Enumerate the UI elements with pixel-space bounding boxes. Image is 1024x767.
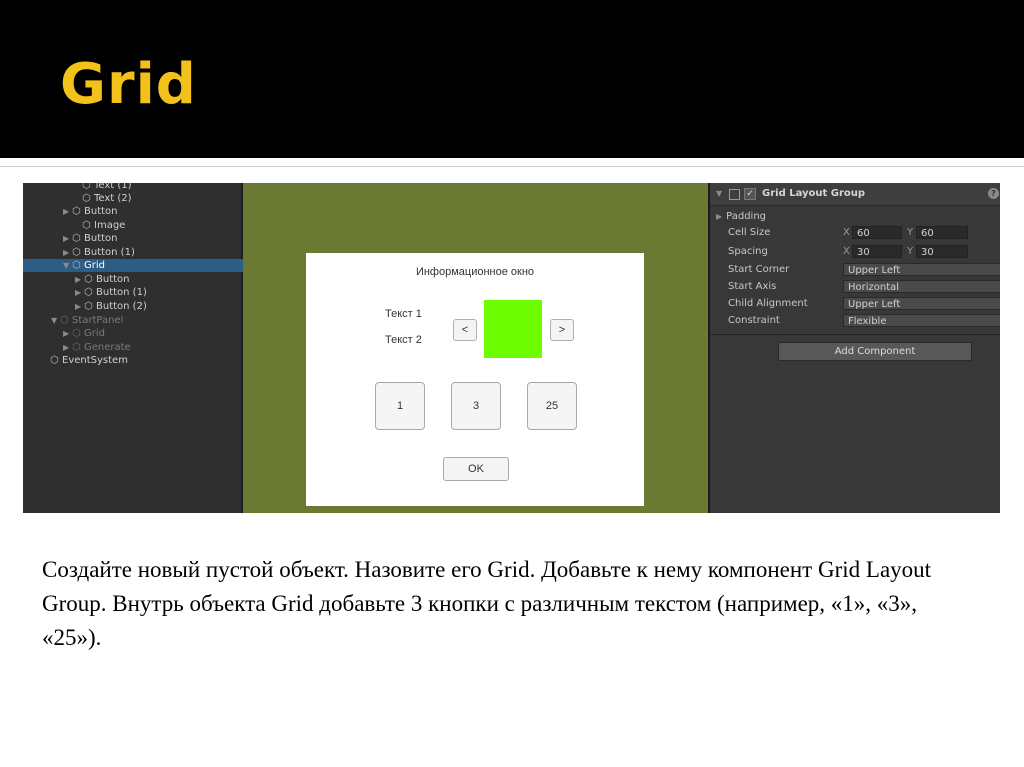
padding-label: Padding <box>726 211 767 222</box>
hierarchy-item-label: Text (2) <box>94 193 132 204</box>
component-enabled-checkbox[interactable]: ✓ <box>744 188 756 200</box>
hierarchy-item[interactable]: ▼ ⬡ StartPanel <box>23 314 269 327</box>
add-component-button[interactable]: Add Component <box>778 342 972 361</box>
gameobject-icon: ⬡ <box>84 274 93 285</box>
child-alignment-dropdown[interactable]: Upper Left <box>843 297 1000 310</box>
help-icon[interactable]: ? <box>988 188 999 199</box>
hierarchy-item-label: EventSystem <box>62 355 128 366</box>
expand-arrow-icon[interactable]: ▶ <box>75 273 84 286</box>
gameobject-icon: ⬡ <box>50 355 59 366</box>
fold-arrow-icon[interactable]: ▼ <box>716 189 722 198</box>
hierarchy-item-label: Image <box>94 220 126 231</box>
gameobject-icon: ⬡ <box>82 183 91 191</box>
slide-title-bar: Grid <box>0 0 1024 158</box>
expand-arrow-icon[interactable]: ▶ <box>63 327 72 340</box>
unity-editor-screenshot: ⬡ Text (1) ⬡ Text (2) ▶ ⬡ Button ⬡ Image ▶ ⬡ Bu… <box>23 183 1000 513</box>
slide-title: Grid <box>60 52 197 117</box>
expand-arrow-icon[interactable]: ▶ <box>75 286 84 299</box>
spacing-y-label: Y <box>907 246 914 257</box>
gameobject-icon: ⬡ <box>72 342 81 353</box>
gameobject-icon: ⬡ <box>72 233 81 244</box>
text1-label: Текст 1 <box>385 308 422 320</box>
spacing-label: Spacing <box>728 246 768 257</box>
component-header[interactable]: ▼ ✓ Grid Layout Group ? <box>710 183 1000 206</box>
ok-button[interactable]: OK <box>443 457 509 481</box>
foldout-arrow-icon: ▶ <box>716 212 723 221</box>
hierarchy-item-label: Button (2) <box>96 301 147 312</box>
hierarchy-item-label: Generate <box>84 342 131 353</box>
gameobject-icon: ⬡ <box>72 206 81 217</box>
constraint-dropdown[interactable]: Flexible <box>843 314 1000 327</box>
spacing-x-field[interactable]: 30 <box>852 245 902 258</box>
cell-size-y-label: Y <box>907 227 914 238</box>
scene-view: Информационное окно Текст 1 Текст 2 < > … <box>243 183 708 513</box>
cell-size-x-label: X <box>843 227 850 238</box>
expand-arrow-icon[interactable]: ▶ <box>75 300 84 313</box>
hierarchy-item-label: Button <box>84 233 118 244</box>
grid-button-3[interactable]: 25 <box>527 382 577 430</box>
hierarchy-item-label: Grid <box>84 260 105 271</box>
prev-button[interactable]: < <box>453 319 477 341</box>
info-dialog: Информационное окно Текст 1 Текст 2 < > … <box>306 253 644 506</box>
inspector-divider <box>710 334 1000 335</box>
text2-label: Текст 2 <box>385 334 422 346</box>
hierarchy-item-label: Button <box>84 206 118 217</box>
cell-size-x-field[interactable]: 60 <box>852 226 902 239</box>
hierarchy-item-label: Button (1) <box>84 247 135 258</box>
gameobject-icon: ⬡ <box>84 287 93 298</box>
cell-size-label: Cell Size <box>728 227 771 238</box>
hierarchy-item[interactable]: ⬡ EventSystem <box>23 354 259 367</box>
title-divider <box>0 158 1024 167</box>
gameobject-icon: ⬡ <box>72 328 81 339</box>
gameobject-icon: ⬡ <box>72 247 81 258</box>
constraint-label: Constraint <box>728 315 780 326</box>
grid-button-2[interactable]: 3 <box>451 382 501 430</box>
start-axis-dropdown[interactable]: Horizontal <box>843 280 1000 293</box>
hierarchy-panel: ⬡ Text (1) ⬡ Text (2) ▶ ⬡ Button ⬡ Image ▶ ⬡ Bu… <box>23 183 281 513</box>
dialog-title: Информационное окно <box>415 266 535 278</box>
grid-button-1[interactable]: 1 <box>375 382 425 430</box>
grid-layout-icon <box>729 189 740 200</box>
cell-size-y-field[interactable]: 60 <box>916 226 968 239</box>
gameobject-icon: ⬡ <box>60 315 69 326</box>
gameobject-icon: ⬡ <box>84 301 93 312</box>
hierarchy-item-label: Grid <box>84 328 105 339</box>
collapse-arrow-icon[interactable]: ▼ <box>51 314 60 327</box>
hierarchy-item-label: Text (1) <box>94 183 132 191</box>
expand-arrow-icon[interactable]: ▶ <box>63 246 72 259</box>
spacing-x-label: X <box>843 246 850 257</box>
collapse-arrow-icon[interactable]: ▼ <box>63 259 72 272</box>
start-axis-label: Start Axis <box>728 281 777 292</box>
component-name: Grid Layout Group <box>762 188 866 199</box>
start-corner-label: Start Corner <box>728 264 790 275</box>
gameobject-icon: ⬡ <box>72 260 81 271</box>
next-button[interactable]: > <box>550 319 574 341</box>
gameobject-icon: ⬡ <box>82 193 91 204</box>
preview-image <box>484 300 542 358</box>
hierarchy-item-label: Button (1) <box>96 287 147 298</box>
hierarchy-item-label: Button <box>96 274 130 285</box>
inspector-panel: ▼ ✓ Grid Layout Group ? ▶ Padding Cell Si… <box>708 183 1000 513</box>
expand-arrow-icon[interactable]: ▶ <box>63 205 72 218</box>
padding-foldout[interactable]: ▶ Padding <box>716 210 766 223</box>
expand-arrow-icon[interactable]: ▶ <box>63 232 72 245</box>
start-corner-dropdown[interactable]: Upper Left <box>843 263 1000 276</box>
child-alignment-label: Child Alignment <box>728 298 808 309</box>
expand-arrow-icon[interactable]: ▶ <box>63 341 72 354</box>
gameobject-icon: ⬡ <box>82 220 91 231</box>
slide-caption: Создайте новый пустой объект. Назовите е… <box>42 557 932 650</box>
spacing-y-field[interactable]: 30 <box>916 245 968 258</box>
hierarchy-item-label: StartPanel <box>72 315 124 326</box>
